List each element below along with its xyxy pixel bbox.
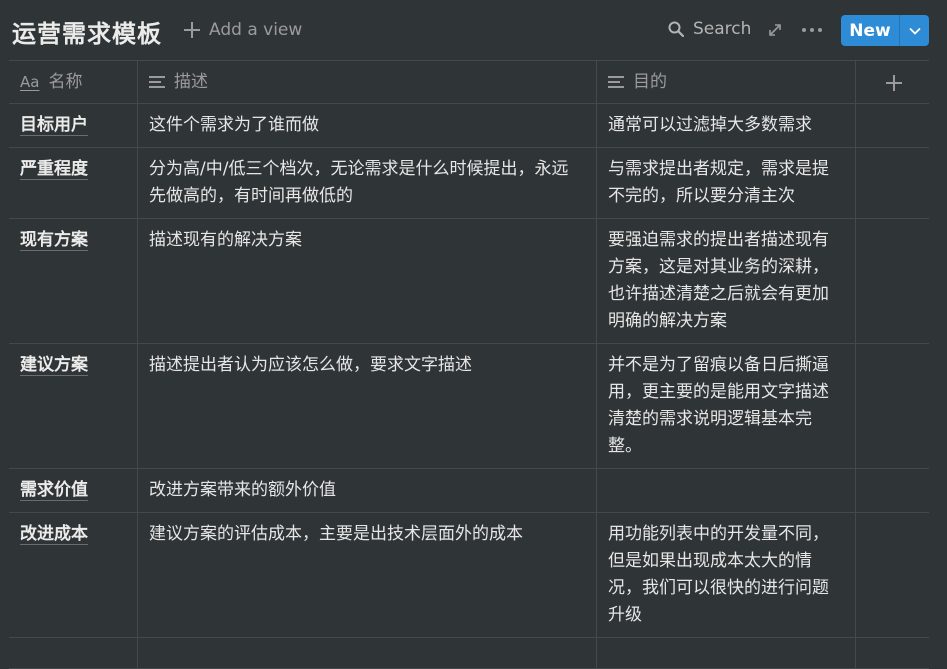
- row-name[interactable]: 改进成本: [20, 524, 88, 545]
- expand-icon[interactable]: [767, 22, 783, 38]
- row-purpose-cell[interactable]: 通常可以过滤掉大多数需求: [597, 104, 856, 147]
- row-name-cell[interactable]: 需求价值: [9, 469, 138, 512]
- row-name[interactable]: 严重程度: [20, 159, 88, 180]
- add-view-button[interactable]: Add a view: [184, 20, 302, 40]
- page-title[interactable]: 运营需求模板: [12, 14, 162, 49]
- row-name[interactable]: 建议方案: [20, 355, 88, 376]
- row-empty-cell[interactable]: [856, 469, 929, 512]
- new-dropdown-button[interactable]: [900, 15, 929, 46]
- row-purpose-cell[interactable]: 用功能列表中的开发量不同，但是如果出现成本太大的情况，我们可以很快的进行问题升级: [597, 513, 856, 637]
- row-empty-cell[interactable]: [856, 344, 929, 468]
- row-empty-cell[interactable]: [856, 513, 929, 637]
- table-row[interactable]: 严重程度 分为高/中/低三个档次，无论需求是什么时候提出，永远先做高的，有时间再…: [9, 148, 929, 219]
- row-name[interactable]: 现有方案: [20, 230, 88, 251]
- row-description-cell[interactable]: 改进方案带来的额外价值: [138, 469, 597, 512]
- row-name-cell[interactable]: 建议方案: [9, 344, 138, 468]
- row-empty-cell[interactable]: [856, 219, 929, 343]
- search-button[interactable]: Search: [668, 19, 751, 39]
- column-header-name[interactable]: Aa 名称: [9, 61, 138, 103]
- add-column-button[interactable]: [856, 61, 929, 103]
- text-lines-icon: [149, 76, 165, 88]
- top-bar: 运营需求模板 Add a view Search New: [0, 0, 947, 60]
- row-name-cell[interactable]: 目标用户: [9, 104, 138, 147]
- table-row[interactable]: 目标用户 这件个需求为了谁而做 通常可以过滤掉大多数需求: [9, 104, 929, 148]
- row-name[interactable]: 目标用户: [20, 115, 88, 136]
- row-description-cell[interactable]: 描述现有的解决方案: [138, 219, 597, 343]
- empty-cell[interactable]: [597, 638, 856, 668]
- add-view-label: Add a view: [209, 20, 303, 40]
- more-options-icon[interactable]: [801, 21, 823, 39]
- row-name-cell[interactable]: 现有方案: [9, 219, 138, 343]
- row-empty-cell[interactable]: [856, 104, 929, 147]
- search-label: Search: [693, 19, 752, 39]
- plus-icon: [885, 75, 902, 91]
- table-row[interactable]: 现有方案 描述现有的解决方案 要强迫需求的提出者描述现有方案，这是对其业务的深耕…: [9, 219, 929, 344]
- row-name-cell[interactable]: 严重程度: [9, 148, 138, 218]
- row-description-cell[interactable]: 描述提出者认为应该怎么做，要求文字描述: [138, 344, 597, 468]
- row-purpose-cell[interactable]: 与需求提出者规定，需求是提不完的，所以要分清主次: [597, 148, 856, 218]
- title-property-icon: Aa: [20, 72, 40, 91]
- table-row[interactable]: 改进成本 建议方案的评估成本，主要是出技术层面外的成本 用功能列表中的开发量不同…: [9, 513, 929, 638]
- new-button[interactable]: New: [841, 15, 900, 46]
- table-row[interactable]: 需求价值 改进方案带来的额外价值: [9, 469, 929, 513]
- column-header-label: 描述: [174, 71, 208, 92]
- column-header-label: 名称: [48, 71, 83, 92]
- row-description-cell[interactable]: 这件个需求为了谁而做: [138, 104, 597, 147]
- row-empty-cell[interactable]: [856, 148, 929, 218]
- database-table: Aa 名称 描述 目的 目标用户 这件个需求为了谁而做 通常可以过滤掉大多数需求…: [9, 60, 929, 669]
- plus-icon: [184, 22, 200, 38]
- new-button-group: New: [841, 15, 929, 46]
- row-name-cell[interactable]: 改进成本: [9, 513, 138, 637]
- table-row[interactable]: 建议方案 描述提出者认为应该怎么做，要求文字描述 并不是为了留痕以备日后撕逼用，…: [9, 344, 929, 469]
- row-purpose-cell[interactable]: 并不是为了留痕以备日后撕逼用，更主要的是能用文字描述清楚的需求说明逻辑基本完整。: [597, 344, 856, 468]
- row-name[interactable]: 需求价值: [20, 480, 88, 501]
- table-header: Aa 名称 描述 目的: [9, 60, 929, 104]
- row-description-cell[interactable]: 建议方案的评估成本，主要是出技术层面外的成本: [138, 513, 597, 637]
- search-icon: [668, 21, 684, 37]
- empty-cell[interactable]: [9, 638, 138, 668]
- column-header-description[interactable]: 描述: [138, 61, 597, 103]
- chevron-down-icon: [908, 27, 921, 35]
- table-row-empty[interactable]: [9, 638, 929, 669]
- column-header-label: 目的: [633, 71, 667, 92]
- row-purpose-cell[interactable]: [597, 469, 856, 512]
- text-lines-icon: [608, 76, 624, 88]
- row-purpose-cell[interactable]: 要强迫需求的提出者描述现有方案，这是对其业务的深耕，也许描述清楚之后就会有更加明…: [597, 219, 856, 343]
- column-header-purpose[interactable]: 目的: [597, 61, 856, 103]
- row-description-cell[interactable]: 分为高/中/低三个档次，无论需求是什么时候提出，永远先做高的，有时间再做低的: [138, 148, 597, 218]
- empty-cell[interactable]: [856, 638, 929, 668]
- empty-cell[interactable]: [138, 638, 597, 668]
